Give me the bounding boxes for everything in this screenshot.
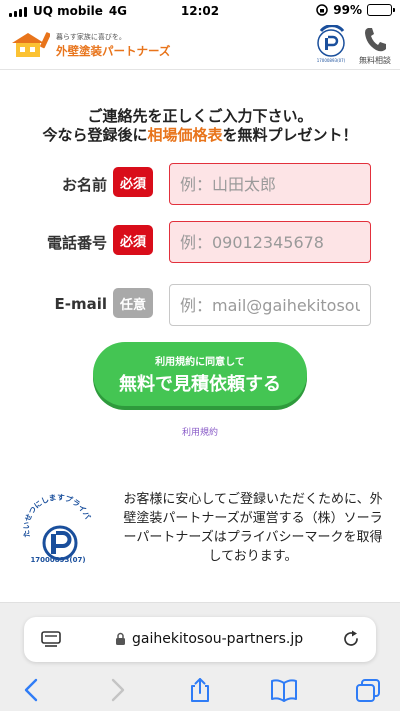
site-header: 暮らす家族に喜びを。 外壁塗装パートナーズ 17000893(07) 無料相談 xyxy=(0,22,400,70)
email-row: E-mail 任意 xyxy=(0,284,400,328)
name-row: お名前 必須 xyxy=(0,163,400,207)
phone-row: 電話番号 必須 xyxy=(0,221,400,265)
logo-name: 外壁塗装パートナーズ xyxy=(56,44,171,58)
phone-icon xyxy=(365,28,386,52)
free-consult-phone-button[interactable]: 無料相談 xyxy=(354,24,396,68)
page-menu-icon[interactable] xyxy=(41,631,61,649)
url-text: gaihekitosou-partners.jp xyxy=(132,631,304,647)
headline-line-2: 今なら登録後に相場価格表を無料プレゼント！ xyxy=(0,126,400,145)
forward-icon[interactable] xyxy=(103,677,131,703)
headline-line-2-before: 今なら登録後に xyxy=(42,126,148,144)
reload-icon[interactable] xyxy=(342,630,360,648)
address-bar[interactable]: gaihekitosou-partners.jp xyxy=(24,617,376,662)
submit-subtext: 利用規約に同意して xyxy=(155,357,245,368)
bookmarks-icon[interactable] xyxy=(270,677,298,703)
phone-number-input[interactable] xyxy=(169,221,371,263)
terms-link[interactable]: 利用規約 xyxy=(0,425,400,438)
logo-tagline: 暮らす家族に喜びを。 xyxy=(56,33,126,41)
battery-percent: 99% xyxy=(333,3,362,17)
phone-number-label: 電話番号 xyxy=(46,234,107,252)
back-icon[interactable] xyxy=(18,677,46,703)
email-label: E-mail xyxy=(54,295,107,313)
privacy-statement: お客様に安心してご登録いただくために、外壁塗装パートナーズが運営する（株）ソーラ… xyxy=(123,492,383,564)
share-icon[interactable] xyxy=(186,677,214,703)
site-logo[interactable]: 暮らす家族に喜びを。 外壁塗装パートナーズ xyxy=(10,28,170,60)
orientation-lock-icon xyxy=(316,4,329,16)
terms-link-text[interactable]: 利用規約 xyxy=(182,428,218,438)
headline-line-2-after: を無料プレゼント！ xyxy=(222,126,358,144)
tabs-icon[interactable] xyxy=(354,677,382,703)
phone-label: 無料相談 xyxy=(359,56,391,65)
submit-label: 無料で見積依頼する xyxy=(119,374,281,395)
form-headline: ご連絡先を正しくご入力下さい。 今なら登録後に相場価格表を無料プレゼント！ xyxy=(0,107,400,145)
name-input[interactable] xyxy=(169,163,371,205)
required-badge: 必須 xyxy=(113,167,153,197)
privacy-mark-number: 17000893(07) xyxy=(30,556,86,564)
headline-line-1: ご連絡先を正しくご入力下さい。 xyxy=(87,107,313,125)
battery-icon xyxy=(367,4,395,16)
headline-highlight: 相場価格表 xyxy=(147,126,223,144)
submit-quote-button[interactable]: 利用規約に同意して 無料で見積依頼する xyxy=(93,342,307,406)
browser-toolbar: gaihekitosou-partners.jp xyxy=(0,602,400,711)
privacy-mark-icon xyxy=(317,24,345,57)
privacy-mark-small: 17000893(07) xyxy=(311,24,351,67)
email-input[interactable] xyxy=(169,284,371,326)
name-label: お名前 xyxy=(61,176,107,194)
required-badge: 必須 xyxy=(113,225,153,255)
status-right: 99% xyxy=(316,3,395,17)
lock-icon xyxy=(116,632,125,645)
optional-badge: 任意 xyxy=(113,288,153,318)
status-bar: UQ mobile 4G 12:02 99% xyxy=(0,0,400,22)
privacy-mark-small-number: 17000893(07) xyxy=(316,58,346,63)
house-logo-icon xyxy=(12,32,50,57)
